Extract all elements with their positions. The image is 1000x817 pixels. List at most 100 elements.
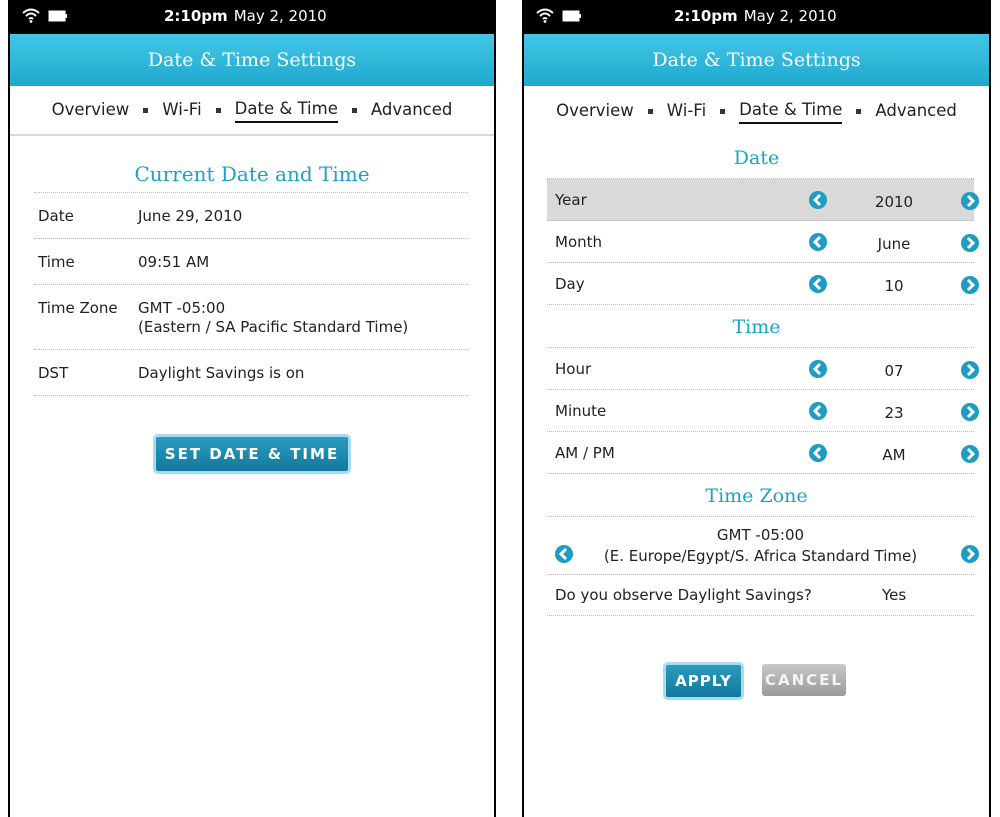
ampm-value: AM [882, 446, 906, 464]
battery-icon [48, 10, 68, 22]
timezone-row[interactable]: GMT -05:00 (E. Europe/Egypt/S. Africa St… [547, 517, 979, 575]
time-selector-list: Hour 07 Minute 23 AM / PM AM [547, 347, 979, 474]
hour-value: 07 [884, 362, 904, 380]
tab-separator [351, 107, 357, 113]
time-value-text: 09:51 AM [138, 253, 210, 271]
set-button-wrap: SET DATE & TIME [10, 434, 494, 474]
overview-screen: 2:10pm May 2, 2010 Date & Time Settings O… [8, 0, 496, 817]
day-prev-icon[interactable] [809, 275, 827, 293]
battery-icon [562, 10, 582, 22]
time-info-row: Time 09:51 AM [34, 239, 468, 285]
status-clock: 2:10pm May 2, 2010 [164, 7, 327, 25]
hour-next-icon[interactable] [961, 361, 979, 379]
page-title: Date & Time Settings [10, 34, 494, 86]
date-value-text: June 29, 2010 [138, 207, 243, 225]
year-next-icon[interactable] [961, 192, 979, 210]
tab-separator [215, 107, 221, 113]
minute-label: Minute [555, 402, 607, 420]
month-row[interactable]: Month June [547, 221, 979, 263]
ampm-label: AM / PM [555, 444, 615, 462]
current-settings-list: Date June 29, 2010 Time 09:51 AM Time Zo… [34, 192, 468, 396]
dst-info-row: DST Daylight Savings is on [34, 350, 468, 396]
month-value: June [877, 235, 911, 253]
month-prev-icon[interactable] [809, 233, 827, 251]
tab-date-time[interactable]: Date & Time [739, 98, 843, 124]
dst-label: DST [38, 364, 69, 382]
month-next-icon[interactable] [961, 234, 979, 252]
status-time: 2:10pm [674, 7, 738, 25]
day-next-icon[interactable] [961, 276, 979, 294]
date-info-row: Date June 29, 2010 [34, 193, 468, 239]
tab-advanced[interactable]: Advanced [875, 99, 957, 123]
time-value: 09:51 AM [138, 253, 464, 272]
current-date-time-heading: Current Date and Time [134, 162, 370, 186]
status-time: 2:10pm [164, 7, 228, 25]
year-value: 2010 [874, 193, 914, 211]
date-selector-list: Year 2010 Month June Day 10 [547, 178, 979, 305]
wifi-icon [536, 8, 554, 23]
cancel-button[interactable]: CANCEL [762, 664, 846, 696]
timezone-offset: GMT -05:00 [716, 526, 805, 544]
date-value: June 29, 2010 [138, 207, 464, 226]
dst-value-text: Daylight Savings is on [138, 364, 305, 382]
tab-wifi[interactable]: Wi-Fi [162, 98, 201, 122]
page-title: Date & Time Settings [524, 34, 989, 86]
time-label: Time [38, 253, 75, 271]
year-prev-icon[interactable] [809, 191, 827, 209]
apply-button[interactable]: APPLY [663, 662, 744, 700]
wifi-icon [22, 8, 40, 23]
day-value: 10 [884, 277, 904, 295]
year-row[interactable]: Year 2010 [547, 179, 979, 221]
ampm-next-icon[interactable] [961, 445, 979, 463]
tab-wifi[interactable]: Wi-Fi [667, 99, 706, 123]
dst-question: Do you observe Daylight Savings? [555, 586, 812, 604]
status-bar: 2:10pm May 2, 2010 [524, 0, 989, 34]
timezone-selector-list: GMT -05:00 (E. Europe/Egypt/S. Africa St… [547, 516, 979, 616]
hour-prev-icon[interactable] [809, 360, 827, 378]
status-bar: 2:10pm May 2, 2010 [10, 0, 494, 34]
day-row[interactable]: Day 10 [547, 263, 979, 305]
timezone-label: Time Zone [38, 299, 118, 317]
status-icons [22, 8, 68, 23]
dst-answer[interactable]: Yes [882, 586, 906, 604]
time-heading: Time [732, 316, 781, 338]
timezone-name: (E. Europe/Egypt/S. Africa Standard Time… [603, 547, 918, 565]
tab-overview[interactable]: Overview [52, 98, 130, 122]
date-label: Date [38, 207, 74, 225]
timezone-name: (Eastern / SA Pacific Standard Time) [138, 318, 409, 336]
hour-label: Hour [555, 360, 592, 378]
date-heading: Date [733, 147, 780, 169]
ampm-row[interactable]: AM / PM AM [547, 432, 979, 474]
dst-value: Daylight Savings is on [138, 364, 464, 383]
minute-prev-icon[interactable] [809, 402, 827, 420]
day-label: Day [555, 275, 585, 293]
hour-row[interactable]: Hour 07 [547, 348, 979, 390]
timezone-offset: GMT -05:00 [138, 299, 226, 317]
dst-row[interactable]: Do you observe Daylight Savings? Yes [547, 575, 974, 616]
status-date: May 2, 2010 [743, 7, 837, 25]
minute-next-icon[interactable] [961, 403, 979, 421]
timezone-info-row: Time Zone GMT -05:00 (Eastern / SA Pacif… [34, 285, 468, 350]
editor-screen: 2:10pm May 2, 2010 Date & Time Settings O… [522, 0, 991, 817]
status-date: May 2, 2010 [233, 7, 327, 25]
set-date-time-button[interactable]: SET DATE & TIME [153, 434, 351, 474]
year-label: Year [555, 191, 587, 209]
tab-separator [856, 108, 862, 114]
ampm-prev-icon[interactable] [809, 444, 827, 462]
timezone-next-icon[interactable] [961, 545, 979, 563]
month-label: Month [555, 233, 603, 251]
tab-overview[interactable]: Overview [556, 99, 634, 123]
tab-date-time[interactable]: Date & Time [234, 97, 338, 123]
timezone-value: GMT -05:00 (Eastern / SA Pacific Standar… [138, 299, 464, 337]
timezone-heading: Time Zone [705, 485, 808, 507]
status-icons [536, 8, 582, 23]
tab-bar: Overview Wi-Fi Date & Time Advanced [10, 86, 494, 136]
tab-separator [647, 108, 653, 114]
minute-row[interactable]: Minute 23 [547, 390, 979, 432]
tab-separator [720, 108, 726, 114]
minute-value: 23 [884, 404, 904, 422]
action-buttons: APPLY CANCEL [524, 662, 989, 700]
tab-bar: Overview Wi-Fi Date & Time Advanced [524, 86, 989, 136]
status-clock: 2:10pm May 2, 2010 [674, 7, 837, 25]
tab-advanced[interactable]: Advanced [371, 98, 453, 122]
